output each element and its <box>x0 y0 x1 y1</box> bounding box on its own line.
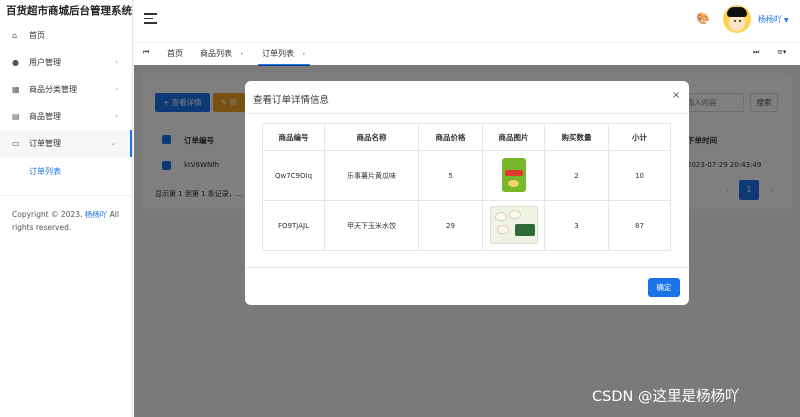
tab-home[interactable]: 首页 <box>167 43 183 66</box>
menu-toggle-icon[interactable] <box>144 13 157 24</box>
copyright: Copyright © 2023. 杨杨吖 All rights reserve… <box>0 196 132 246</box>
confirm-button[interactable]: 确定 <box>648 278 680 297</box>
tab-label: 订单列表 <box>262 49 294 58</box>
store-icon: ▤ <box>12 112 20 121</box>
cell-code: FO9TjAJL <box>262 200 325 251</box>
cell-qty: 2 <box>544 150 609 201</box>
product-image-chips <box>501 157 526 192</box>
sidebar-item-label: 商品分类管理 <box>29 85 77 94</box>
col-header: 商品名称 <box>324 123 419 151</box>
user-name: 杨杨吖 <box>758 15 782 24</box>
modal-title: 查看订单详情信息 <box>253 95 330 106</box>
copyright-author-link[interactable]: 杨杨吖 <box>85 210 108 219</box>
cell-price: 5 <box>418 150 483 201</box>
cell-name: 甲天下玉米水饺 <box>324 200 419 251</box>
scroll-right-icon[interactable]: ⏭ <box>753 48 759 57</box>
scroll-left-icon[interactable]: ⏮ <box>143 48 149 57</box>
modal-divider <box>245 113 689 114</box>
cell-subtotal: 10 <box>608 150 671 201</box>
col-header: 商品价格 <box>418 123 483 151</box>
sidebar-subitem-order-list[interactable]: 订单列表 <box>0 157 132 187</box>
tab-label: 商品列表 <box>200 49 232 58</box>
header: 🎨 杨杨吖 ▼ <box>134 0 800 42</box>
close-icon[interactable]: • <box>240 51 244 58</box>
watermark: CSDN @这里是杨杨吖 <box>592 389 740 405</box>
product-image-dumplings <box>489 205 538 244</box>
table-row: Qw7C9OIq 乐事薯片黄瓜味 5 2 10 <box>262 150 671 201</box>
sidebar-item-home[interactable]: ⌂ 首页 <box>0 22 132 49</box>
app-title: 百货超市商城后台管理系统 <box>6 5 132 17</box>
tab-label: 首页 <box>167 49 183 58</box>
avatar[interactable] <box>723 5 751 33</box>
palette-icon[interactable]: 🎨 <box>696 12 710 25</box>
modal-footer-divider <box>245 267 689 268</box>
cell-image <box>482 200 545 251</box>
cell-name: 乐事薯片黄瓜味 <box>324 150 419 201</box>
cell-image <box>482 150 545 201</box>
chevron-right-icon: › <box>115 85 118 93</box>
chevron-down-icon: ⌄ <box>110 139 116 147</box>
close-icon[interactable]: × <box>672 90 680 101</box>
user-icon: ● <box>12 58 19 67</box>
tab-product-list[interactable]: 商品列表 • <box>200 43 244 66</box>
col-header: 购买数量 <box>544 123 609 151</box>
chevron-right-icon: › <box>115 112 118 120</box>
user-menu[interactable]: 杨杨吖 ▼ <box>758 14 789 25</box>
sidebar-item-label: 用户管理 <box>29 58 61 67</box>
cell-code: Qw7C9OIq <box>262 150 325 201</box>
order-detail-modal: 查看订单详情信息 × 商品编号 商品名称 商品价格 商品图片 购买数量 小计 Q… <box>245 81 689 305</box>
sidebar-item-users[interactable]: ● 用户管理 › <box>0 49 132 76</box>
sidebar-item-categories[interactable]: ▦ 商品分类管理 › <box>0 76 132 103</box>
sidebar-item-products[interactable]: ▤ 商品管理 › <box>0 103 132 130</box>
table-row: FO9TjAJL 甲天下玉米水饺 29 3 87 <box>262 200 671 251</box>
tab-order-list[interactable]: 订单列表 • <box>258 43 310 66</box>
col-header: 商品编号 <box>262 123 325 151</box>
sidebar-item-label: 首页 <box>29 31 45 40</box>
col-header: 商品图片 <box>482 123 545 151</box>
home-icon: ⌂ <box>12 31 18 40</box>
sidebar-item-orders[interactable]: ▭ 订单管理 ⌄ <box>0 130 132 157</box>
close-icon[interactable]: • <box>302 51 306 58</box>
order-items-table: 商品编号 商品名称 商品价格 商品图片 购买数量 小计 Qw7C9OIq 乐事薯… <box>262 123 671 251</box>
caret-down-icon: ▼ <box>784 17 789 24</box>
tab-options-icon[interactable]: ≡▾ <box>777 48 786 56</box>
tab-bar: ⏮ 首页 商品列表 • 订单列表 • ⏭ ≡▾ <box>134 42 800 66</box>
sidebar-item-label: 订单管理 <box>29 139 61 148</box>
sidebar: 百货超市商城后台管理系统 ⌂ 首页 ● 用户管理 › ▦ 商品分类管理 › ▤ … <box>0 0 133 417</box>
cell-price: 29 <box>418 200 483 251</box>
order-icon: ▭ <box>12 139 20 148</box>
chevron-right-icon: › <box>115 58 118 66</box>
col-header: 小计 <box>608 123 671 151</box>
grid-icon: ▦ <box>12 85 20 94</box>
copyright-prefix: Copyright © 2023. <box>12 210 83 219</box>
cell-qty: 3 <box>544 200 609 251</box>
cell-subtotal: 87 <box>608 200 671 251</box>
sidebar-item-label: 商品管理 <box>29 112 61 121</box>
